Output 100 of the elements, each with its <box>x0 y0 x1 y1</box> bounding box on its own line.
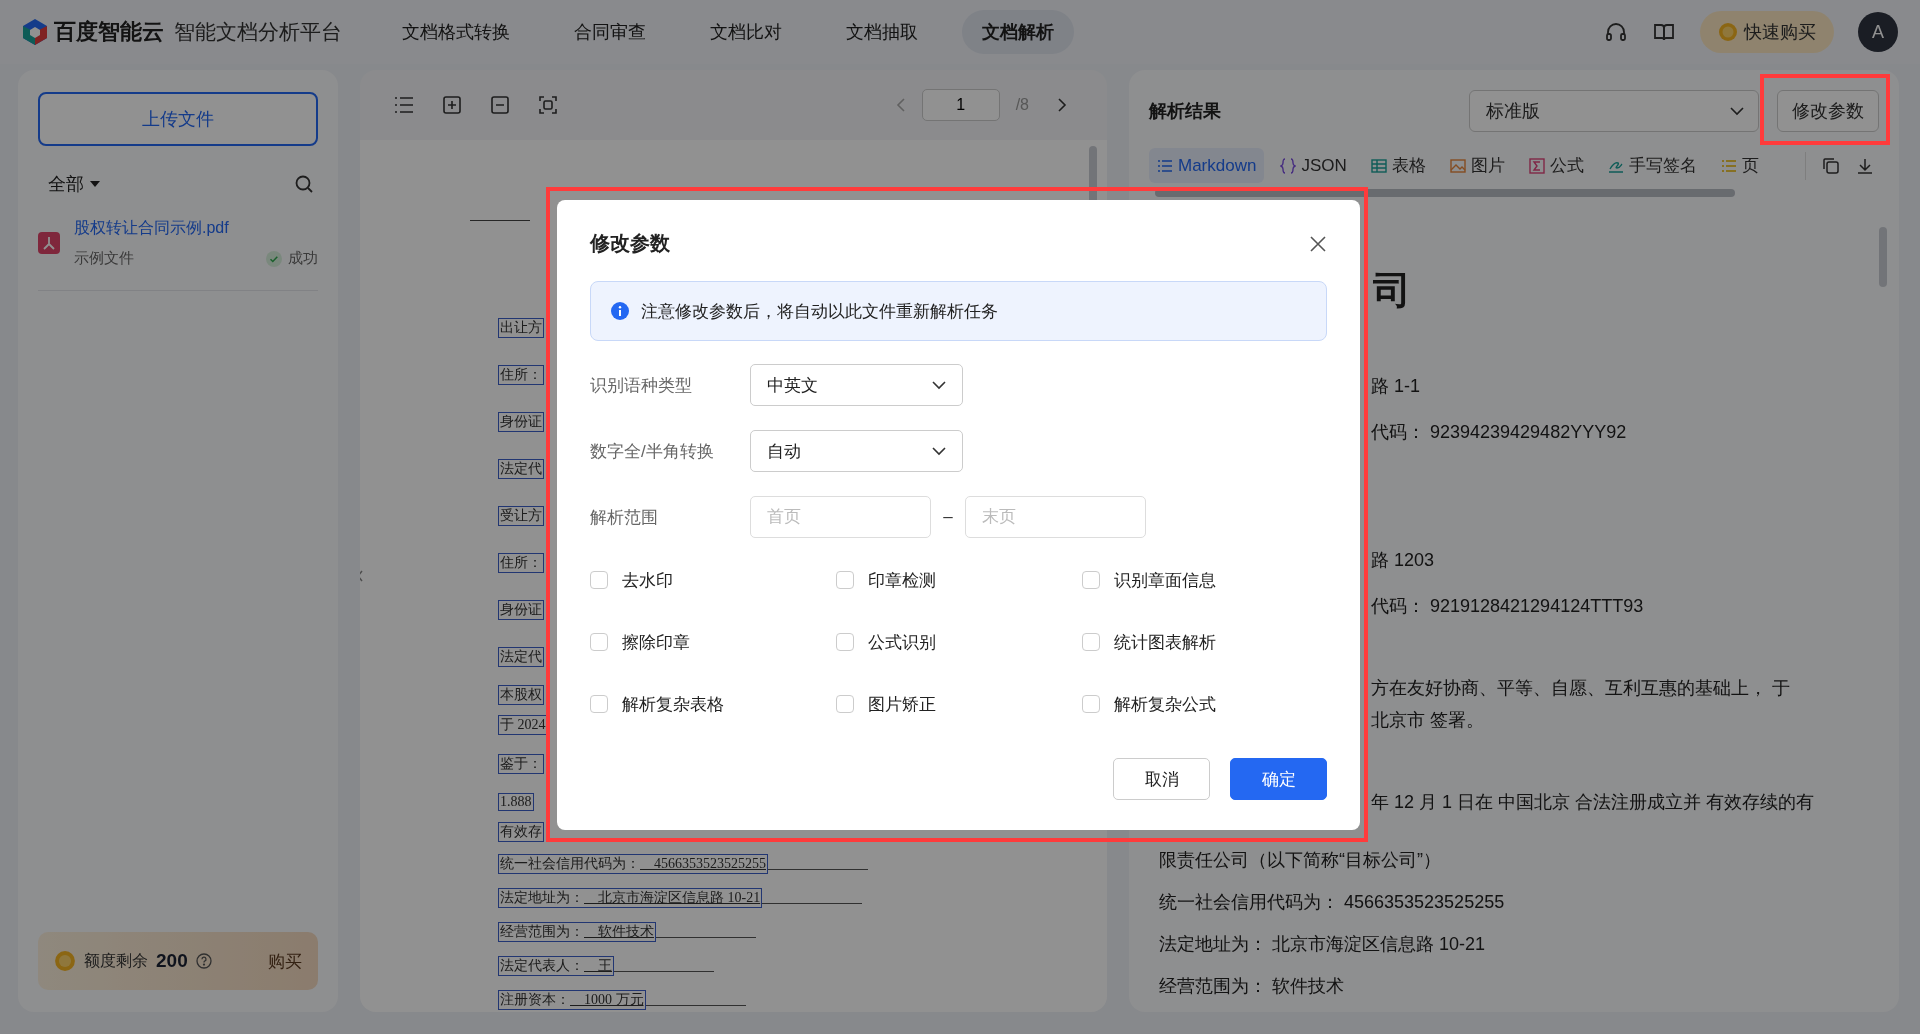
table-tab-icon <box>1370 157 1387 174</box>
result-tab[interactable]: 公式 <box>1520 148 1592 183</box>
result-tab[interactable]: 页 <box>1712 148 1767 183</box>
document-text: 住所： <box>498 364 544 385</box>
document-text: 身份证 <box>498 411 544 432</box>
brand-name: 百度智能云 <box>54 18 164 46</box>
result-text: 路 1-1 <box>1371 376 1421 396</box>
edition-dropdown[interactable]: 标准版 <box>1469 90 1759 132</box>
document-text: 受让方 <box>498 505 544 526</box>
document-text: 经营范围为： 软件技术 <box>498 922 656 942</box>
document-text: 法定代表人： 王 <box>498 956 614 976</box>
download-icon[interactable] <box>1856 156 1874 175</box>
nav-tab[interactable]: 合同审查 <box>554 10 666 54</box>
option-checkbox[interactable]: 去水印 <box>590 569 836 591</box>
success-check-icon <box>266 250 282 267</box>
document-text: 统一社会信用代码为： 4566353523525255 <box>498 854 768 874</box>
close-icon[interactable] <box>1309 234 1327 253</box>
next-page-icon[interactable] <box>1057 98 1067 112</box>
option-checkbox[interactable]: 识别章面信息 <box>1082 569 1328 591</box>
nav-tab[interactable]: 文档抽取 <box>826 10 938 54</box>
result-text: 方在友好协商、平等、自愿、互利互惠的基础上， 于 <box>1371 678 1790 698</box>
file-tag: 示例文件 <box>74 249 134 268</box>
cancel-button[interactable]: 取消 <box>1113 758 1210 800</box>
dialog-title: 修改参数 <box>590 231 670 256</box>
headset-icon[interactable] <box>1604 20 1628 44</box>
image-tab-icon <box>1449 157 1466 174</box>
document-text: 鉴于： <box>498 753 544 774</box>
copy-icon[interactable] <box>1822 156 1840 175</box>
edit-parameters-button[interactable]: 修改参数 <box>1777 90 1879 132</box>
chevron-down-icon <box>932 446 946 456</box>
caret-down-icon <box>90 180 100 188</box>
result-text: 北京市 签署。 <box>1371 710 1484 730</box>
document-text: 本股权 <box>498 685 544 705</box>
result-tab[interactable]: JSON <box>1272 148 1355 183</box>
document-text: 身份证 <box>498 599 544 620</box>
nav-tab[interactable]: 文档解析 <box>962 10 1074 54</box>
upload-button[interactable]: 上传文件 <box>38 92 318 146</box>
result-text: 代码： 9219128421294124TTT93 <box>1371 596 1644 616</box>
option-checkbox[interactable]: 印章检测 <box>836 569 1082 591</box>
result-text: 限责任公司（以下简称“目标公司”） <box>1159 850 1441 870</box>
result-text: 代码： 92394239429482YYY92 <box>1371 422 1627 442</box>
cube-logo-icon <box>22 18 48 46</box>
help-icon[interactable] <box>195 953 212 969</box>
result-tab[interactable]: 图片 <box>1441 148 1513 183</box>
document-text: 法定地址为： 北京市海淀区信息路 10-21 <box>498 888 763 908</box>
option-checkbox[interactable]: 图片矫正 <box>836 693 1082 715</box>
file-status: 成功 <box>288 249 318 268</box>
document-text: 住所： <box>498 552 544 573</box>
result-text: 经营范围为： 软件技术 <box>1159 976 1344 996</box>
coin-icon <box>54 950 76 972</box>
document-text: 于 2024 <box>498 715 548 735</box>
select-field[interactable]: 中英文 <box>750 364 963 406</box>
document-text: 出让方 <box>498 317 544 338</box>
document-text: 法定代 <box>498 646 544 667</box>
zoom-out-icon[interactable] <box>490 95 510 115</box>
panel-title: 解析结果 <box>1149 100 1222 123</box>
scrollbar[interactable] <box>1155 189 1735 197</box>
document-text: 有效存 <box>498 822 544 842</box>
list-icon[interactable] <box>394 96 414 114</box>
fit-screen-icon[interactable] <box>538 95 558 115</box>
file-item[interactable]: 股权转让合同示例.pdf 示例文件 成功 <box>38 218 318 291</box>
info-icon <box>611 302 629 320</box>
result-tab[interactable]: 手写签名 <box>1599 148 1705 183</box>
json-tab-icon <box>1280 157 1297 174</box>
search-icon[interactable] <box>294 174 314 194</box>
result-text: 年 12 月 1 日在 中国北京 合法注册成立并 有效存续的有 <box>1371 792 1815 812</box>
field-label: 解析范围 <box>590 506 659 529</box>
result-text: 法定地址为： 北京市海淀区信息路 10-21 <box>1159 934 1486 954</box>
option-checkbox[interactable]: 解析复杂表格 <box>590 693 836 715</box>
coin-icon <box>1718 22 1738 42</box>
product-name: 智能文档分析平台 <box>174 19 342 45</box>
quota-value: 200 <box>156 950 188 972</box>
option-checkbox[interactable]: 擦除印章 <box>590 631 836 653</box>
select-field[interactable]: 自动 <box>750 430 963 472</box>
option-checkbox[interactable]: 公式识别 <box>836 631 1082 653</box>
field-label: 识别语种类型 <box>590 374 693 397</box>
user-avatar[interactable]: A <box>1858 12 1898 52</box>
option-checkbox[interactable]: 统计图表解析 <box>1082 631 1328 653</box>
option-checkbox[interactable]: 解析复杂公式 <box>1082 693 1328 715</box>
quick-buy-button[interactable]: 快速购买 <box>1700 11 1834 53</box>
result-tab[interactable]: 表格 <box>1362 148 1434 183</box>
filter-dropdown[interactable]: 全部 <box>48 172 100 196</box>
file-name: 股权转让合同示例.pdf <box>74 218 230 238</box>
nav-tab[interactable]: 文档格式转换 <box>382 10 530 54</box>
buy-link[interactable]: 购买 <box>268 949 302 973</box>
document-text: 法定代 <box>498 458 544 479</box>
confirm-button[interactable]: 确定 <box>1230 758 1327 800</box>
document-text: 注册资本： 1000 万元 <box>498 990 646 1010</box>
zoom-in-icon[interactable] <box>442 95 462 115</box>
scrollbar[interactable] <box>1879 227 1887 287</box>
input-field[interactable]: 末页 <box>965 496 1146 538</box>
header-tab-icon <box>1720 157 1737 174</box>
page-number-field[interactable]: 1 <box>921 89 1000 121</box>
result-tab[interactable]: Markdown <box>1149 148 1265 183</box>
document-text: 1.888 <box>498 793 534 811</box>
input-field[interactable]: 首页 <box>750 496 931 538</box>
nav-tab[interactable]: 文档比对 <box>690 10 802 54</box>
chevron-down-icon <box>1730 106 1744 116</box>
quota-label: 额度剩余 <box>84 950 148 971</box>
pdf-file-icon <box>38 232 60 254</box>
